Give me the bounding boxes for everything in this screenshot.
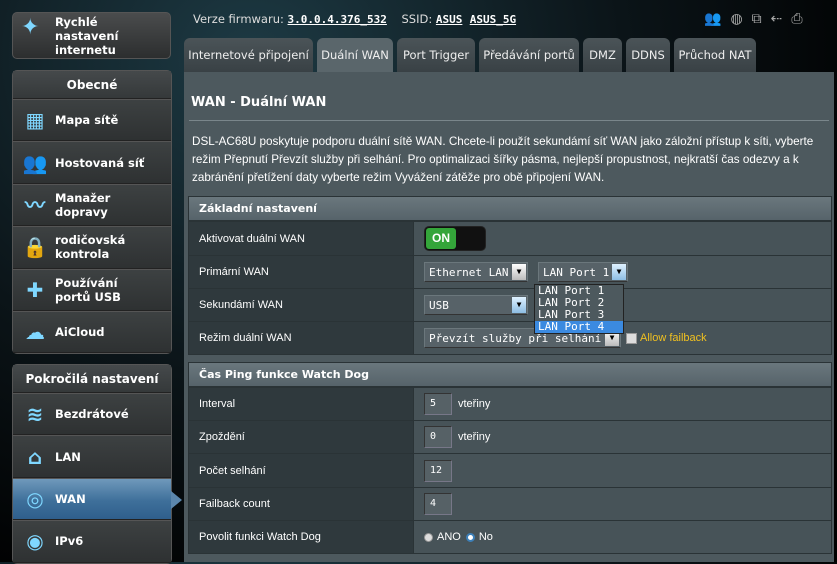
- general-menu: Obecné ▦ Mapa sítě 👥 Hostovaná síť 〰 Manažer …: [12, 70, 172, 354]
- traffic-manager-icon: 〰: [25, 192, 45, 217]
- network-map-icon: ▦: [25, 108, 45, 133]
- ssid-5g-link[interactable]: ASUS_5G: [470, 13, 516, 26]
- magic-wand-icon: ✦: [21, 14, 40, 40]
- sidebar-item-rodičovská-kontrola[interactable]: 🔒 rodičovská kontrola: [13, 226, 171, 269]
- basic-settings-header: Základní nastavení: [189, 197, 831, 221]
- watchdog-table: Čas Ping funkce Watch Dog Interval 5 vteř…: [188, 362, 832, 554]
- tab-0[interactable]: Internetové připojení: [184, 38, 313, 72]
- quick-setup-button[interactable]: ✦ Rychlé nastavení internetu: [12, 12, 171, 59]
- advanced-menu: Pokročilá nastavení ≋ Bezdrátové ⌂ LAN ◎ WAN ◉…: [12, 364, 182, 564]
- tab-1[interactable]: Duální WAN: [317, 38, 393, 72]
- watchdog-header: Čas Ping funkce Watch Dog: [189, 363, 831, 387]
- sidebar-item-bezdrátové[interactable]: ≋ Bezdrátové: [13, 393, 171, 436]
- globe-icon: ◎: [26, 486, 44, 511]
- devices-icon[interactable]: ⧉: [752, 11, 762, 27]
- failback-count-input[interactable]: 4: [424, 493, 452, 515]
- main-panel: WAN - Duální WAN DSL-AC68U poskytuje pod…: [184, 72, 834, 562]
- watchdog-yes-radio[interactable]: [424, 532, 433, 542]
- tab-5[interactable]: DDNS: [626, 38, 670, 72]
- lan-port-dropdown[interactable]: LAN Port 1 LAN Port 2 LAN Port 3 LAN Port 4: [534, 284, 624, 334]
- primary-port-select[interactable]: LAN Port 1 ▼: [538, 262, 628, 282]
- wifi-icon: ≋: [26, 402, 44, 427]
- allow-failback-checkbox[interactable]: [626, 332, 637, 344]
- internet-globe-icon[interactable]: ◍: [730, 11, 742, 27]
- tab-3[interactable]: Předávání portů: [479, 38, 579, 72]
- general-header: Obecné: [13, 71, 171, 99]
- tab-6[interactable]: Průchod NAT: [674, 38, 756, 72]
- page-title: WAN - Duální WAN: [191, 95, 327, 110]
- interval-input[interactable]: 5: [424, 393, 452, 415]
- sidebar-item-aicloud[interactable]: ☁ AiCloud: [13, 310, 171, 354]
- firmware-info: Verze firmwaru: 3.0.0.4.376_532 SSID: AS…: [193, 12, 517, 26]
- lock-icon: 🔒: [22, 235, 48, 260]
- delay-input[interactable]: 0: [424, 426, 452, 448]
- advanced-header: Pokročilá nastavení: [13, 365, 171, 393]
- printer-icon[interactable]: ⎙: [791, 11, 802, 27]
- divider: [189, 120, 829, 121]
- usb-icon[interactable]: ⇠: [771, 11, 783, 27]
- tab-4[interactable]: DMZ: [583, 38, 622, 72]
- guest-network-icon: 👥: [22, 150, 48, 175]
- ipv6-globe-icon: ◉: [26, 529, 44, 554]
- status-icons: 👥 ◍ ⧉ ⇠ ⎙: [704, 11, 803, 27]
- sidebar-item-manažer-dopravy[interactable]: 〰 Manažer dopravy: [13, 183, 171, 227]
- chevron-down-icon: ▼: [512, 297, 526, 313]
- chevron-down-icon: ▼: [612, 264, 626, 280]
- secondary-wan-select[interactable]: USB ▼: [424, 295, 528, 315]
- puzzle-icon: ✚: [26, 277, 44, 302]
- fail-count-input[interactable]: 12: [424, 459, 452, 482]
- chevron-down-icon: ▼: [512, 264, 526, 280]
- sidebar-item-hostovaná-síť[interactable]: 👥 Hostovaná síť: [13, 141, 171, 184]
- sidebar-item-mapa-sítě[interactable]: ▦ Mapa sítě: [13, 99, 171, 142]
- page-description: DSL-AC68U poskytuje podporu duální sítě …: [192, 135, 814, 184]
- cloud-icon: ☁: [25, 320, 45, 345]
- tab-2[interactable]: Port Trigger: [397, 38, 475, 72]
- primary-wan-select[interactable]: Ethernet LAN ▼: [424, 262, 528, 282]
- sidebar-item-wan[interactable]: ◎ WAN: [13, 477, 182, 521]
- basic-settings-table: Základní nastavení Aktivovat duální WAN …: [188, 196, 832, 355]
- firmware-link[interactable]: 3.0.0.4.376_532: [288, 13, 387, 26]
- ssid-2g-link[interactable]: ASUS: [436, 13, 463, 26]
- dual-wan-toggle[interactable]: ON: [424, 226, 486, 251]
- sidebar-item-lan[interactable]: ⌂ LAN: [13, 435, 171, 478]
- lan-port-option[interactable]: LAN Port 4: [535, 321, 623, 333]
- sidebar-item-používání-portů-usb[interactable]: ✚ Používání portů USB: [13, 268, 171, 311]
- home-icon: ⌂: [27, 444, 43, 469]
- clients-icon[interactable]: 👥: [704, 11, 721, 27]
- sidebar-item-ipv6[interactable]: ◉ IPv6: [13, 520, 171, 563]
- watchdog-no-radio[interactable]: [465, 532, 475, 542]
